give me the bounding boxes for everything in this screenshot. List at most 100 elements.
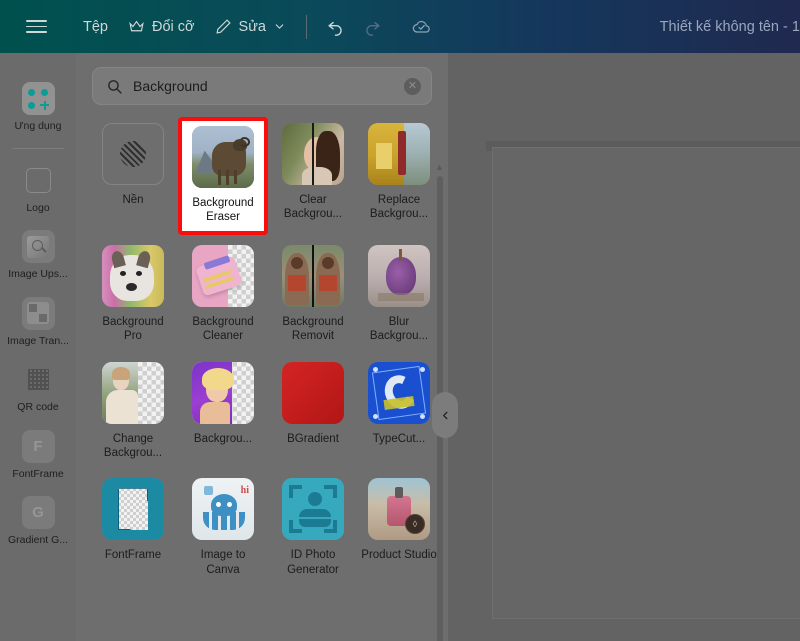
sidebar-item-fontframe-label: FontFrame [12, 468, 64, 480]
search-input-value[interactable]: Background [133, 78, 394, 94]
document-title-text: Thiết kế không tên - 12 [659, 18, 800, 35]
crown-icon [128, 18, 145, 35]
sidebar-item-image-upscaler[interactable]: Image Ups... [0, 223, 76, 290]
design-page[interactable] [493, 148, 800, 618]
app-card-label: Background Eraser [192, 197, 254, 224]
image-upscaler-icon [21, 230, 55, 264]
app-card-label: Blur Backgrou... [369, 315, 429, 343]
app-card-label: BGradient [287, 432, 339, 445]
sidebar-item-qr-code-label: QR code [17, 402, 59, 414]
sidebar-item-gradient-generator[interactable]: G Gradient G... [0, 489, 76, 556]
app-card-product-studio[interactable]: ◊ Product Studio [358, 472, 440, 585]
caret-up-icon[interactable]: ▲ [435, 163, 444, 172]
app-thumb-red-gradient-swatch [282, 361, 344, 424]
chevron-down-icon [273, 20, 286, 33]
app-thumb-perfume-bottle-photo: ◊ [368, 478, 430, 541]
app-card-label: Background Pro [102, 315, 164, 343]
app-card-bgradient[interactable]: BGradient [272, 356, 354, 469]
app-card-background-removit[interactable]: Background Removit [272, 239, 354, 352]
design-canvas-area[interactable] [448, 53, 800, 641]
app-card-label: ID Photo Generator [287, 549, 339, 576]
menu-item-file[interactable]: Tệp [73, 13, 118, 41]
app-thumb-id-person-icon [282, 478, 344, 541]
cloud-check-icon[interactable] [403, 10, 440, 43]
fontframe-icon: F [21, 429, 55, 463]
apps-grid-scroll-area[interactable]: Nền Background Eraser Clear Backgrou... … [76, 113, 448, 641]
search-icon [106, 78, 123, 95]
sidebar-item-image-translate[interactable]: Image Tran... [0, 290, 76, 357]
app-card-id-photo-generator[interactable]: ID Photo Generator [272, 472, 354, 585]
app-card-background-generic[interactable]: Backgrou... [178, 356, 268, 469]
app-card-image-to-canva[interactable]: hi Image to Canva [178, 472, 268, 585]
app-card-background-cleaner[interactable]: Background Cleaner [178, 239, 268, 352]
app-thumb-purple-girl-photo [192, 361, 254, 424]
sidebar-item-fontframe[interactable]: F FontFrame [0, 423, 76, 490]
image-translate-icon [21, 296, 55, 330]
search-input[interactable]: Background ✕ [92, 67, 432, 105]
apps-grid-icon [21, 82, 55, 115]
app-thumb-teal-f-logo [102, 478, 164, 541]
apps-search-panel: Background ✕ Nền Background Eraser Clear… [76, 53, 448, 641]
gradient-generator-icon: G [21, 496, 55, 530]
app-card-label: Background Cleaner [192, 315, 254, 343]
app-thumb-placeholder-hatch [102, 123, 164, 185]
hamburger-menu-icon[interactable] [22, 16, 51, 37]
app-card-label: Background Removit [282, 315, 344, 343]
document-title[interactable]: Thiết kế không tên - 12 [652, 0, 800, 53]
logo-square-icon [22, 164, 55, 197]
app-thumb-woman-pair-photo [282, 244, 344, 307]
undo-icon[interactable] [317, 10, 354, 43]
app-card-nen[interactable]: Nền [92, 117, 174, 235]
apps-grid: Nền Background Eraser Clear Backgrou... … [92, 117, 437, 585]
app-card-label: Nền [122, 194, 144, 206]
redo-icon[interactable] [354, 10, 391, 43]
app-card-label: Replace Backgrou... [369, 194, 429, 221]
menu-item-file-label: Tệp [83, 18, 108, 35]
collapse-panel-button[interactable] [432, 392, 458, 438]
app-card-label: TypeCut... [372, 432, 426, 445]
app-card-replace-background[interactable]: Replace Backgrou... [358, 117, 440, 235]
app-card-background-eraser[interactable]: Background Eraser [178, 117, 268, 235]
app-thumb-pink-calculator-photo [192, 244, 254, 307]
app-thumb-husky-dog-photo [102, 244, 164, 307]
app-card-label: Image to Canva [200, 549, 246, 576]
sidebar-item-logo-label: Logo [26, 202, 50, 214]
app-thumb-octopus-hi-photo: hi [192, 478, 254, 541]
top-toolbar: Tệp Đổi cỡ Sửa Thiết kế không tên - 12 [0, 0, 800, 53]
pencil-icon [215, 18, 232, 35]
app-card-change-background[interactable]: Change Backgrou... [92, 356, 174, 469]
app-card-label: Change Backgrou... [103, 432, 163, 459]
app-thumb-portrait-split-photo [282, 123, 344, 185]
app-card-label: FontFrame [104, 549, 162, 562]
menu-item-edit[interactable]: Sửa [205, 12, 296, 41]
app-thumb-woman-transparent-photo [102, 361, 164, 424]
sidebar-item-image-translate-label: Image Tran... [7, 335, 69, 347]
app-card-label: Product Studio [361, 549, 437, 562]
sidebar-item-logo[interactable]: Logo [0, 157, 76, 224]
chevron-left-icon [442, 411, 447, 419]
clear-search-icon[interactable]: ✕ [404, 77, 421, 95]
left-tool-rail[interactable]: Ứng dụng Logo Image Ups... Image Tran...… [0, 53, 76, 641]
menu-item-edit-label: Sửa [238, 18, 266, 35]
app-thumb-blue-c-logo [368, 361, 430, 424]
sidebar-item-apps-label: Ứng dụng [14, 121, 62, 132]
app-card-fontframe[interactable]: FontFrame [92, 472, 174, 585]
app-card-clear-background[interactable]: Clear Backgrou... [272, 117, 354, 235]
sidebar-item-apps[interactable]: Ứng dụng [0, 75, 76, 142]
app-card-typecut[interactable]: TypeCut... [358, 356, 440, 469]
toolbar-divider [306, 14, 307, 39]
menu-item-resize-label: Đổi cỡ [152, 18, 195, 35]
app-card-blur-background[interactable]: Blur Backgrou... [358, 239, 440, 352]
app-card-label: Backgrou... [193, 432, 253, 445]
app-thumb-yellow-wall-photo [368, 123, 430, 185]
sidebar-item-gradient-generator-label: Gradient G... [7, 535, 69, 547]
rail-divider [12, 147, 64, 149]
sidebar-item-image-upscaler-label: Image Ups... [8, 269, 68, 281]
canva-editor-window: Tệp Đổi cỡ Sửa Thiết kế không tên - 12 Ứ… [0, 0, 800, 641]
app-card-background-pro[interactable]: Background Pro [92, 239, 174, 352]
app-thumb-purple-onion-photo [368, 244, 430, 307]
app-card-label: Clear Backgrou... [283, 194, 343, 221]
search-bar-container: Background ✕ [76, 53, 448, 113]
sidebar-item-qr-code[interactable]: QR code [0, 356, 76, 423]
menu-item-resize[interactable]: Đổi cỡ [118, 12, 205, 41]
